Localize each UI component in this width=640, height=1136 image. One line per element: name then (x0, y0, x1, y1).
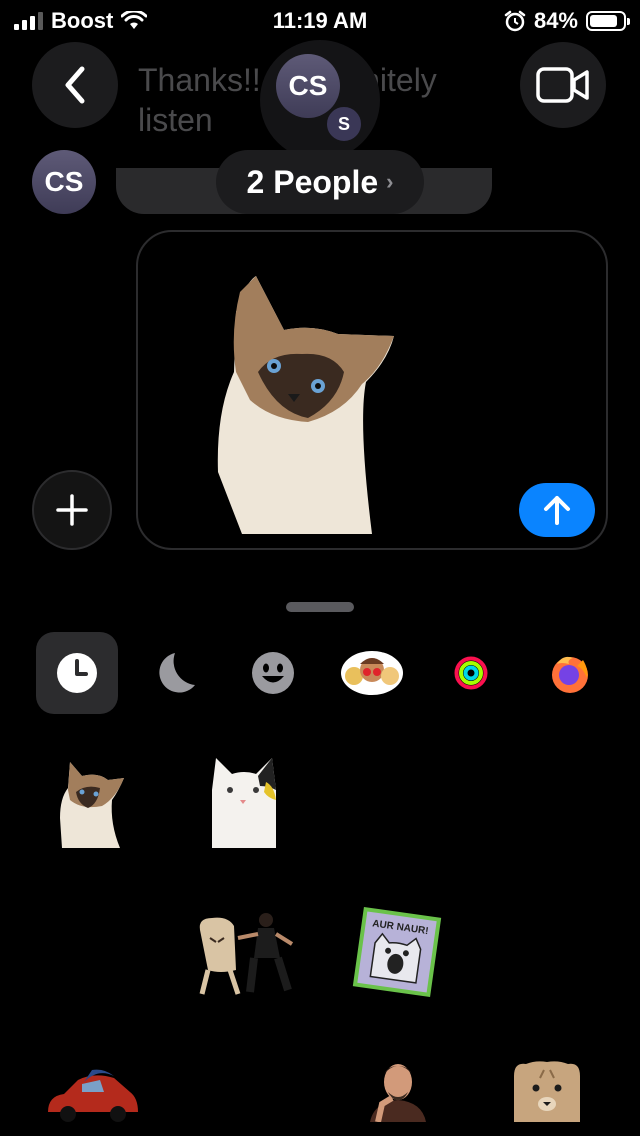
siamese-cat-sticker[interactable] (58, 758, 126, 848)
memoji-icon (341, 651, 403, 695)
people-label: 2 People (246, 163, 379, 200)
back-button[interactable] (32, 42, 118, 128)
drawer-grabber[interactable] (286, 602, 354, 612)
tab-recents[interactable] (36, 632, 118, 714)
alarm-icon (504, 10, 526, 32)
activity-rings-icon (454, 656, 488, 690)
status-right: 84% (504, 8, 630, 34)
send-button[interactable] (519, 483, 595, 537)
tab-emoji[interactable] (232, 632, 314, 714)
group-avatar-secondary: S (324, 104, 364, 144)
thinking-man-sticker[interactable] (364, 1058, 432, 1122)
moon-icon (159, 653, 195, 693)
clock-icon (57, 653, 97, 693)
add-attachment-button[interactable] (32, 470, 112, 550)
battery-icon (586, 11, 630, 31)
battery-percent: 84% (533, 8, 578, 33)
siamese-cat-sticker[interactable] (212, 272, 402, 534)
tab-activity[interactable] (430, 632, 512, 714)
dancing-bread-sticker[interactable] (194, 908, 294, 996)
arrow-up-icon (544, 496, 570, 525)
chevron-right-icon: › (386, 169, 394, 194)
tab-memoji[interactable] (331, 632, 413, 714)
video-call-button[interactable] (520, 42, 606, 128)
people-button[interactable]: 2 People › (216, 150, 424, 214)
sender-avatar[interactable]: CS (32, 150, 96, 214)
chevron-left-icon (65, 66, 85, 104)
white-cat-sticker[interactable] (208, 756, 280, 848)
group-avatar[interactable]: CS S (260, 40, 380, 160)
status-bar: Boost 11:19 AM 84% (0, 0, 640, 40)
bear-face-sticker[interactable] (510, 1058, 584, 1122)
smiley-icon (252, 652, 294, 694)
battery-fill (590, 15, 617, 27)
firefox-icon (552, 656, 588, 693)
tab-firefox[interactable] (529, 632, 611, 714)
aur-naur-cat-sticker[interactable]: AUR NAUR! (352, 906, 442, 998)
video-camera-icon (536, 67, 589, 103)
red-car-sticker[interactable] (44, 1066, 140, 1122)
plus-icon (56, 494, 88, 526)
tab-sleep[interactable] (134, 632, 216, 714)
